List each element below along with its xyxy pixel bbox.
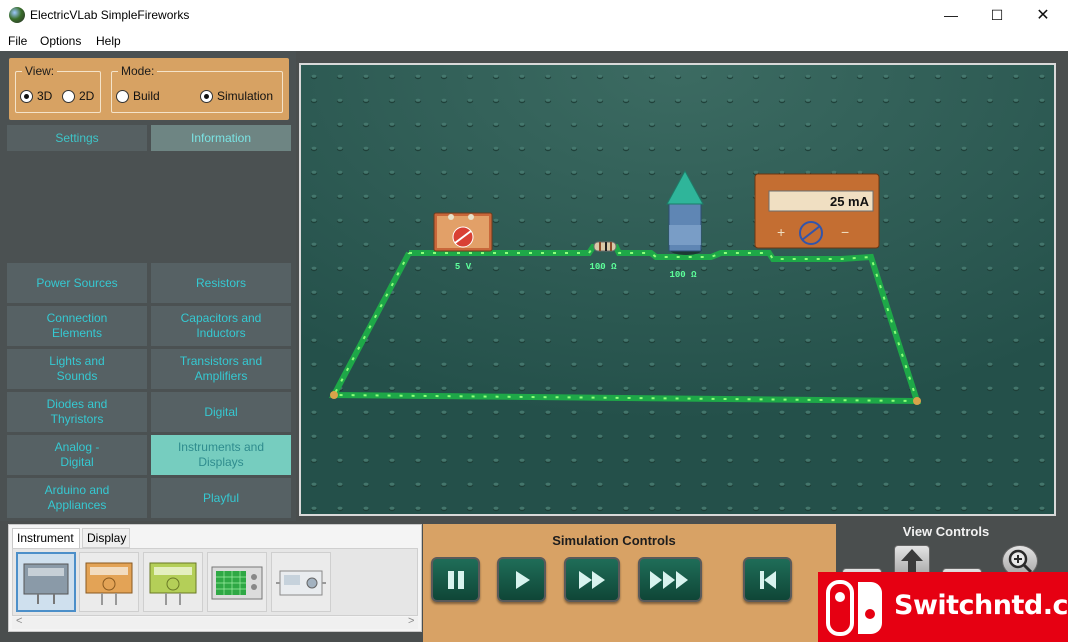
battery-component[interactable] [433, 212, 493, 252]
svg-text:+: + [777, 224, 785, 240]
orange-meter-thumb[interactable] [79, 552, 139, 612]
mode-group-title: Mode: [118, 64, 158, 78]
window-title: ElectricVLab SimpleFireworks [30, 8, 190, 22]
play-icon [515, 570, 530, 589]
green-meter-thumb[interactable] [143, 552, 203, 612]
category-lights-sounds[interactable]: Lights and Sounds [7, 349, 147, 389]
radio-unchecked-icon [62, 89, 75, 103]
play-button[interactable] [497, 557, 546, 602]
category-connection-elements[interactable]: Connection Elements [7, 306, 147, 346]
mode-build-radio[interactable]: Build [116, 89, 160, 103]
wire-pin [330, 391, 338, 399]
category-digital[interactable]: Digital [151, 392, 291, 432]
tab-information[interactable]: Information [151, 125, 291, 151]
mode-group: Mode: Build Simulation [111, 64, 283, 113]
view-group: View: 3D 2D [15, 64, 101, 113]
category-transistors-amplifiers[interactable]: Transistors and Amplifiers [151, 349, 291, 389]
menu-bar: File Options Help [0, 31, 1068, 51]
mode-simulation-label: Simulation [217, 89, 274, 103]
category-analog-digital[interactable]: Analog - Digital [7, 435, 147, 475]
scroll-left-arrow-icon[interactable]: < [16, 615, 22, 627]
resistor-value-label: 100 Ω [589, 262, 617, 272]
menu-options[interactable]: Options [40, 34, 81, 48]
fast-forward-icon [579, 570, 605, 589]
svg-text:−: − [841, 224, 849, 240]
faster-forward-icon [650, 570, 688, 589]
breadboard-pegs [301, 65, 1054, 514]
radio-unchecked-icon [116, 89, 129, 103]
menu-help[interactable]: Help [96, 34, 121, 48]
app-icon [9, 7, 25, 23]
thumbnail-scrollbar[interactable]: < > [12, 615, 418, 629]
battery-voltage-label: 5 V [455, 262, 472, 272]
title-bar: ElectricVLab SimpleFireworks — ☐ ✕ [0, 0, 1068, 31]
resistor-component[interactable] [593, 241, 617, 252]
category-playful[interactable]: Playful [151, 478, 291, 518]
view-3d-label: 3D [37, 89, 53, 103]
switch-logo-icon [826, 580, 882, 636]
scroll-right-arrow-icon[interactable]: > [408, 615, 414, 627]
skip-to-start-icon [759, 570, 776, 589]
ammeter-component[interactable]: 25 mA + − [754, 173, 880, 249]
circuit-scene: 25 mA + − 5 V 100 Ω 100 Ω [301, 65, 1054, 514]
tab-instrument[interactable]: Instrument [12, 528, 80, 548]
maximize-button[interactable]: ☐ [974, 0, 1020, 31]
category-arduino-appliances[interactable]: Arduino and Appliances [7, 478, 147, 518]
radio-checked-icon [200, 89, 213, 103]
tab-display[interactable]: Display [82, 528, 130, 548]
tab-settings[interactable]: Settings [7, 125, 147, 151]
close-button[interactable]: ✕ [1020, 0, 1066, 31]
view-2d-radio[interactable]: 2D [62, 89, 94, 103]
oscilloscope-thumb[interactable] [207, 552, 267, 612]
pause-button[interactable] [431, 557, 480, 602]
instrument-panel: Instrument Display < > [8, 524, 422, 632]
category-resistors[interactable]: Resistors [151, 263, 291, 303]
view-mode-box: View: 3D 2D Mode: Build Simulation [9, 58, 289, 120]
wire-pin [913, 397, 921, 405]
faster-forward-button[interactable] [638, 557, 702, 602]
minimize-button[interactable]: — [928, 0, 974, 31]
radio-checked-icon [20, 89, 33, 103]
ammeter-thumb[interactable] [16, 552, 76, 612]
category-diodes-thyristors[interactable]: Diodes and Thyristors [7, 392, 147, 432]
category-capacitors-inductors[interactable]: Capacitors and Inductors [151, 306, 291, 346]
instrument-thumbnails [12, 548, 418, 616]
mode-simulation-radio[interactable]: Simulation [200, 89, 273, 103]
simulation-controls-panel: Simulation Controls [423, 524, 836, 642]
view-group-title: View: [22, 64, 58, 78]
ammeter-reading: 25 mA [830, 194, 870, 209]
simulation-viewport[interactable]: 25 mA + − 5 V 100 Ω 100 Ω [299, 63, 1056, 516]
fast-forward-button[interactable] [564, 557, 620, 602]
simulation-controls-title: Simulation Controls [552, 533, 676, 548]
view-controls-title: View Controls [902, 524, 990, 539]
menu-file[interactable]: File [8, 34, 27, 48]
pause-icon [447, 570, 464, 589]
watermark-text: Switchntd.com [894, 590, 1068, 621]
generator-thumb[interactable] [271, 552, 331, 612]
category-power-sources[interactable]: Power Sources [7, 263, 147, 303]
mode-build-label: Build [133, 89, 160, 103]
firework-resistance-label: 100 Ω [669, 270, 697, 280]
reset-button[interactable] [743, 557, 792, 602]
category-instruments-displays[interactable]: Instruments and Displays [151, 435, 291, 475]
view-2d-label: 2D [79, 89, 95, 103]
watermark: Switchntd.com [818, 572, 1068, 642]
view-3d-radio[interactable]: 3D [20, 89, 52, 103]
